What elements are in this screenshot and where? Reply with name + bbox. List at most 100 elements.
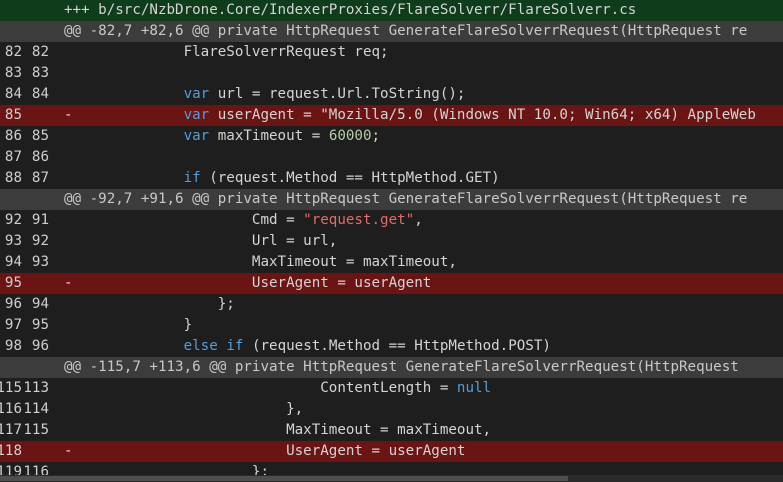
code-text: ContentLength = null <box>64 378 491 399</box>
file-path: +++ b/src/NzbDrone.Core/IndexerProxies/F… <box>64 2 637 18</box>
code-token: UserAgent = userAgent <box>251 275 432 291</box>
deleted-line: 85- var userAgent = "Mozilla/5.0 (Window… <box>0 105 783 126</box>
context-line: 87 86 <box>0 147 783 168</box>
hunk-header: @@ -92,7 +91,6 @@ private HttpRequest Ge… <box>0 189 783 210</box>
new-line-number: 84 <box>31 86 49 102</box>
code-token: }, <box>286 401 304 417</box>
old-line-number: 83 <box>4 65 22 81</box>
scrollbar-thumb[interactable] <box>0 476 568 481</box>
code-token: userAgent = "Mozilla/5.0 (Windows NT 10.… <box>209 107 756 123</box>
hunk-header-text: @@ -82,7 +82,6 @@ private HttpRequest Ge… <box>64 23 748 39</box>
new-line-number: 93 <box>31 254 49 270</box>
code-text: Url = url, <box>64 231 337 252</box>
code-token: var <box>183 128 210 144</box>
new-line-number: 94 <box>31 296 49 312</box>
context-line: 82 82 FlareSolverrRequest req; <box>0 42 783 63</box>
code-token: UserAgent = userAgent <box>286 443 466 459</box>
old-line-number: 92 <box>4 212 22 228</box>
context-line: 86 85 var maxTimeout = 60000; <box>0 126 783 147</box>
deleted-line: 118- UserAgent = userAgent <box>0 441 783 462</box>
old-line-number: 96 <box>4 296 22 312</box>
code-token: if <box>226 338 244 354</box>
old-line-number: 117 <box>0 422 22 438</box>
code-text: else if (request.Method == HttpMethod.PO… <box>64 336 551 357</box>
diff-lines: @@ -82,7 +82,6 @@ private HttpRequest Ge… <box>0 21 783 482</box>
code-token: var <box>183 107 210 123</box>
hunk-header-text: @@ -92,7 +91,6 @@ private HttpRequest Ge… <box>64 191 748 207</box>
code-text: if (request.Method == HttpMethod.GET) <box>64 168 500 189</box>
code-token: 60000 <box>328 128 372 144</box>
old-line-number: 85 <box>4 107 22 123</box>
context-line: 83 83 <box>0 63 783 84</box>
context-line: 115 113 ContentLength = null <box>0 378 783 399</box>
context-line: 88 87 if (request.Method == HttpMethod.GE… <box>0 168 783 189</box>
code-token: } <box>183 317 193 333</box>
code-token: }; <box>217 296 235 312</box>
context-line: 98 96 else if (request.Method == HttpMeth… <box>0 336 783 357</box>
context-line: 93 92 Url = url, <box>0 231 783 252</box>
code-text: }; <box>64 294 235 315</box>
code-text: UserAgent = userAgent <box>64 441 465 462</box>
old-line-number: 116 <box>0 401 22 417</box>
code-token: ContentLength = <box>320 380 457 396</box>
new-line-number: 114 <box>23 401 49 417</box>
old-line-number: 88 <box>4 170 22 186</box>
code-text: var userAgent = "Mozilla/5.0 (Windows NT… <box>64 105 756 126</box>
old-line-number: 98 <box>4 338 22 354</box>
code-text: } <box>64 315 193 336</box>
hunk-header-text: @@ -115,7 +113,6 @@ private HttpRequest … <box>64 359 748 375</box>
file-header: +++ b/src/NzbDrone.Core/IndexerProxies/F… <box>0 0 783 21</box>
code-text: UserAgent = userAgent <box>64 273 431 294</box>
deleted-line: 95- UserAgent = userAgent <box>0 273 783 294</box>
code-token: null <box>456 380 492 396</box>
old-line-number: 87 <box>4 149 22 165</box>
context-line: 117 115 MaxTimeout = maxTimeout, <box>0 420 783 441</box>
hunk-header: @@ -82,7 +82,6 @@ private HttpRequest Ge… <box>0 21 783 42</box>
new-line-number: 85 <box>31 128 49 144</box>
old-line-number: 86 <box>4 128 22 144</box>
old-line-number: 84 <box>4 86 22 102</box>
diff-viewer[interactable]: +++ b/src/NzbDrone.Core/IndexerProxies/F… <box>0 0 783 482</box>
hunk-header: @@ -115,7 +113,6 @@ private HttpRequest … <box>0 357 783 378</box>
old-line-number: 118 <box>0 443 22 459</box>
code-token: ; <box>371 128 381 144</box>
old-line-number: 94 <box>4 254 22 270</box>
horizontal-scrollbar[interactable] <box>0 475 783 482</box>
new-line-number: 96 <box>31 338 49 354</box>
code-token: Url = url, <box>251 233 338 249</box>
new-line-number: 83 <box>31 65 49 81</box>
code-token: , <box>414 212 423 228</box>
new-line-number: 92 <box>31 233 49 249</box>
code-token: Cmd = <box>251 212 304 228</box>
new-line-number: 82 <box>31 44 49 60</box>
new-line-number: 91 <box>31 212 49 228</box>
new-line-number: 95 <box>31 317 49 333</box>
new-line-number: 113 <box>23 380 49 396</box>
new-line-number: 115 <box>23 422 49 438</box>
code-token: MaxTimeout = maxTimeout, <box>286 422 492 438</box>
code-text: FlareSolverrRequest req; <box>64 42 389 63</box>
code-text: var maxTimeout = 60000; <box>64 126 380 147</box>
context-line: 94 93 MaxTimeout = maxTimeout, <box>0 252 783 273</box>
context-line: 97 95 } <box>0 315 783 336</box>
new-line-number: 86 <box>31 149 49 165</box>
code-token: if <box>183 170 201 186</box>
code-text: MaxTimeout = maxTimeout, <box>64 420 491 441</box>
code-token: else <box>183 338 218 354</box>
code-token: maxTimeout = <box>209 128 329 144</box>
code-token: MaxTimeout = maxTimeout, <box>251 254 457 270</box>
code-token: var <box>183 86 210 102</box>
context-line: 92 91 Cmd = "request.get", <box>0 210 783 231</box>
old-line-number: 97 <box>4 317 22 333</box>
context-line: 96 94 }; <box>0 294 783 315</box>
code-token: FlareSolverrRequest req; <box>183 44 389 60</box>
context-line: 116 114 }, <box>0 399 783 420</box>
old-line-number: 115 <box>0 380 22 396</box>
code-text: MaxTimeout = maxTimeout, <box>64 252 457 273</box>
code-token: (request.Method == HttpMethod.GET) <box>200 170 500 186</box>
code-text: var url = request.Url.ToString(); <box>64 84 466 105</box>
new-line-number: 87 <box>31 170 49 186</box>
context-line: 84 84 var url = request.Url.ToString(); <box>0 84 783 105</box>
